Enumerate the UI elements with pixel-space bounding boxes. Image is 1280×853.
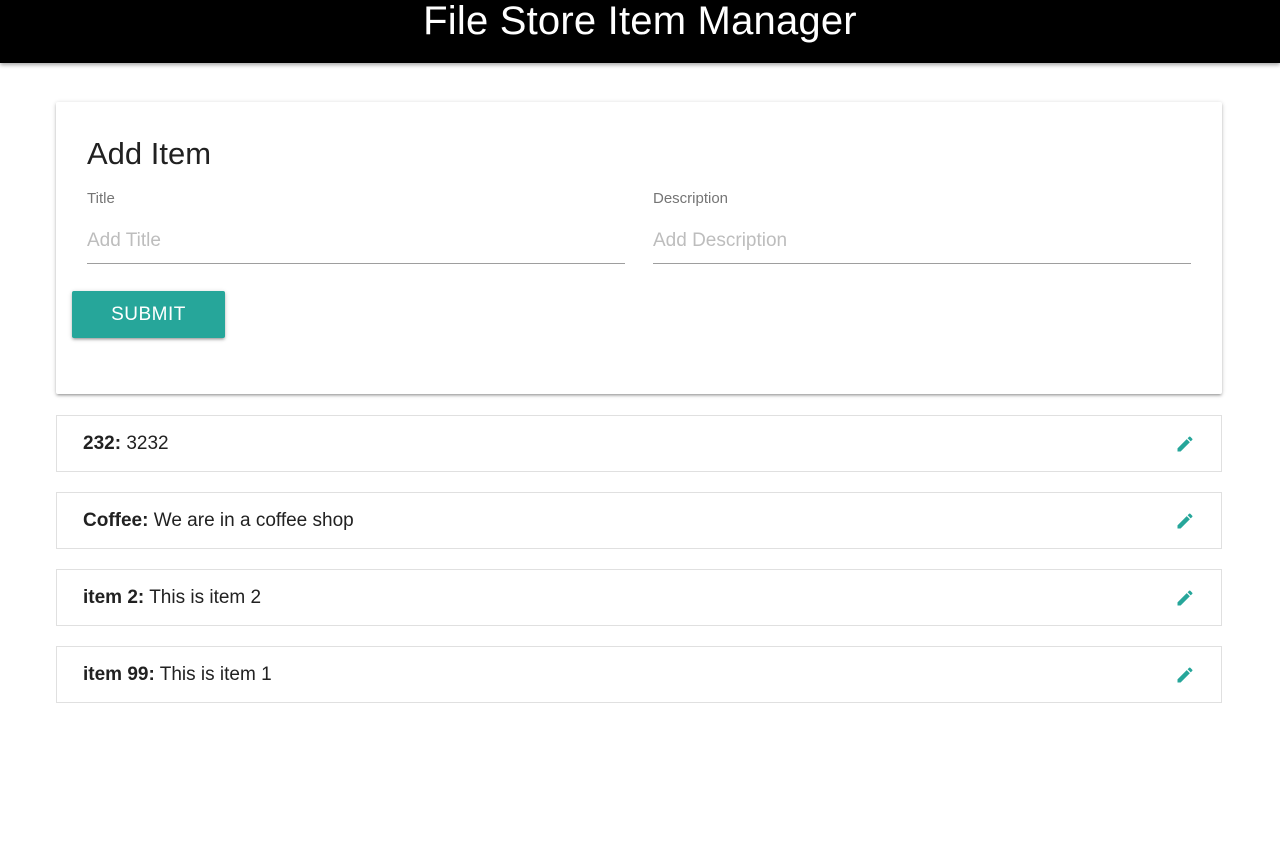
item-description: 3232 [126,433,169,454]
item-description: This is item 2 [149,587,262,608]
description-label: Description [653,190,729,207]
item-title: Coffee: [83,510,149,531]
item-title: item 99: [83,664,155,685]
pencil-icon[interactable] [1175,511,1195,531]
description-field-group: Description [653,190,1191,266]
title-label: Title [87,190,115,207]
title-input[interactable] [87,218,625,264]
add-item-heading: Add Item [87,136,212,171]
list-item: 232: 3232 [56,415,1222,472]
app-header: File Store Item Manager [0,0,1280,63]
title-field-group: Title [87,190,625,266]
item-description: We are in a coffee shop [153,510,354,531]
item-text: item 99: This is item 1 [83,647,272,702]
pencil-icon[interactable] [1175,434,1195,454]
item-text: 232: 3232 [83,416,169,471]
submit-button[interactable]: SUBMIT [72,291,225,338]
item-title: item 2: [83,587,145,608]
pencil-icon[interactable] [1175,665,1195,685]
item-text: Coffee: We are in a coffee shop [83,493,354,548]
list-item: Coffee: We are in a coffee shop [56,492,1222,549]
item-title: 232: [83,433,122,454]
pencil-icon[interactable] [1175,588,1195,608]
item-list: 232: 3232 Coffee: We are in a coffee sho… [56,415,1222,723]
add-item-card: Add Item Title Description SUBMIT [56,102,1222,394]
app-title: File Store Item Manager [423,0,857,43]
item-description: This is item 1 [159,664,272,685]
list-item: item 99: This is item 1 [56,646,1222,703]
description-input[interactable] [653,218,1191,264]
list-item: item 2: This is item 2 [56,569,1222,626]
item-text: item 2: This is item 2 [83,570,261,625]
